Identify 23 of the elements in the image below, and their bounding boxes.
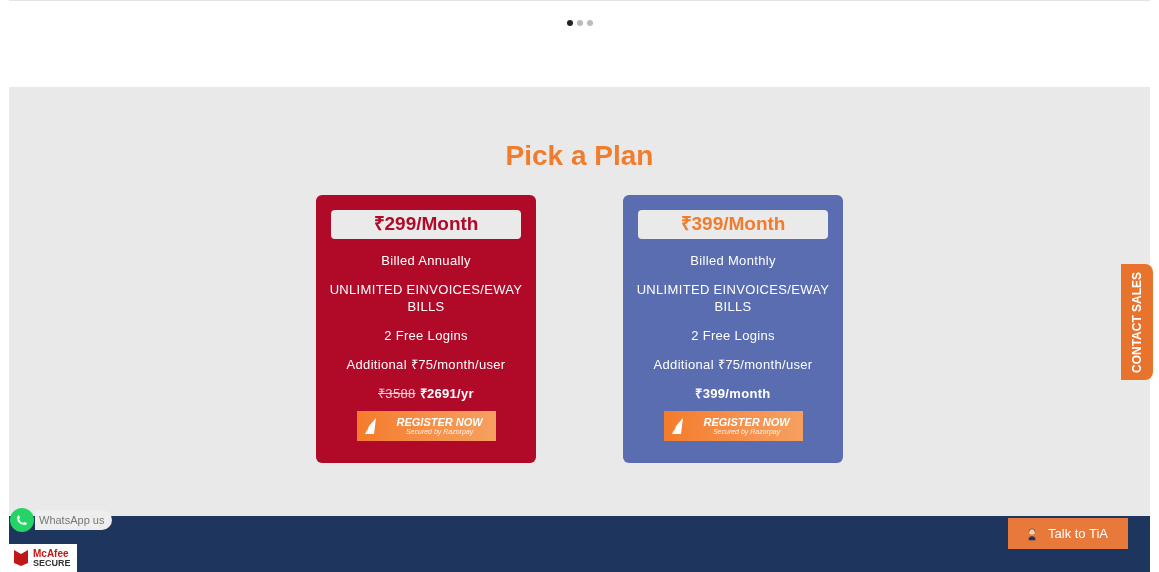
plan-total: ₹399/month bbox=[695, 385, 771, 402]
plan-price: ₹299/Month bbox=[331, 210, 521, 239]
rocket-icon bbox=[671, 418, 684, 434]
plan-feature: UNLIMITED EINVOICES/EWAY BILLS bbox=[328, 281, 524, 315]
shield-icon bbox=[13, 549, 29, 567]
badge-brand: McAfee bbox=[33, 548, 70, 559]
plan-feature: Additional ₹75/month/user bbox=[652, 356, 814, 373]
plan-feature: UNLIMITED EINVOICES/EWAY BILLS bbox=[635, 281, 831, 315]
whatsapp-icon[interactable] bbox=[9, 507, 35, 533]
plan-feature: 2 Free Logins bbox=[690, 327, 776, 344]
section-title: Pick a Plan bbox=[505, 139, 654, 173]
rocket-icon bbox=[364, 418, 377, 434]
plan-price: ₹399/Month bbox=[638, 210, 828, 239]
whatsapp-label[interactable]: WhatsApp us bbox=[35, 510, 113, 530]
plan-feature: Billed Annually bbox=[380, 252, 472, 269]
chat-button[interactable]: Talk to TiA bbox=[1008, 518, 1128, 549]
plan-total: ₹2691/yr bbox=[419, 385, 474, 402]
contact-sales-tab[interactable]: CONTACT SALES bbox=[1121, 264, 1153, 380]
plan-feature: Billed Monthly bbox=[689, 252, 777, 269]
old-price: ₹3588 bbox=[378, 385, 416, 402]
plan-feature: 2 Free Logins bbox=[383, 327, 469, 344]
badge-secure: SECURE bbox=[33, 558, 71, 568]
plan-feature: Additional ₹75/month/user bbox=[345, 356, 507, 373]
